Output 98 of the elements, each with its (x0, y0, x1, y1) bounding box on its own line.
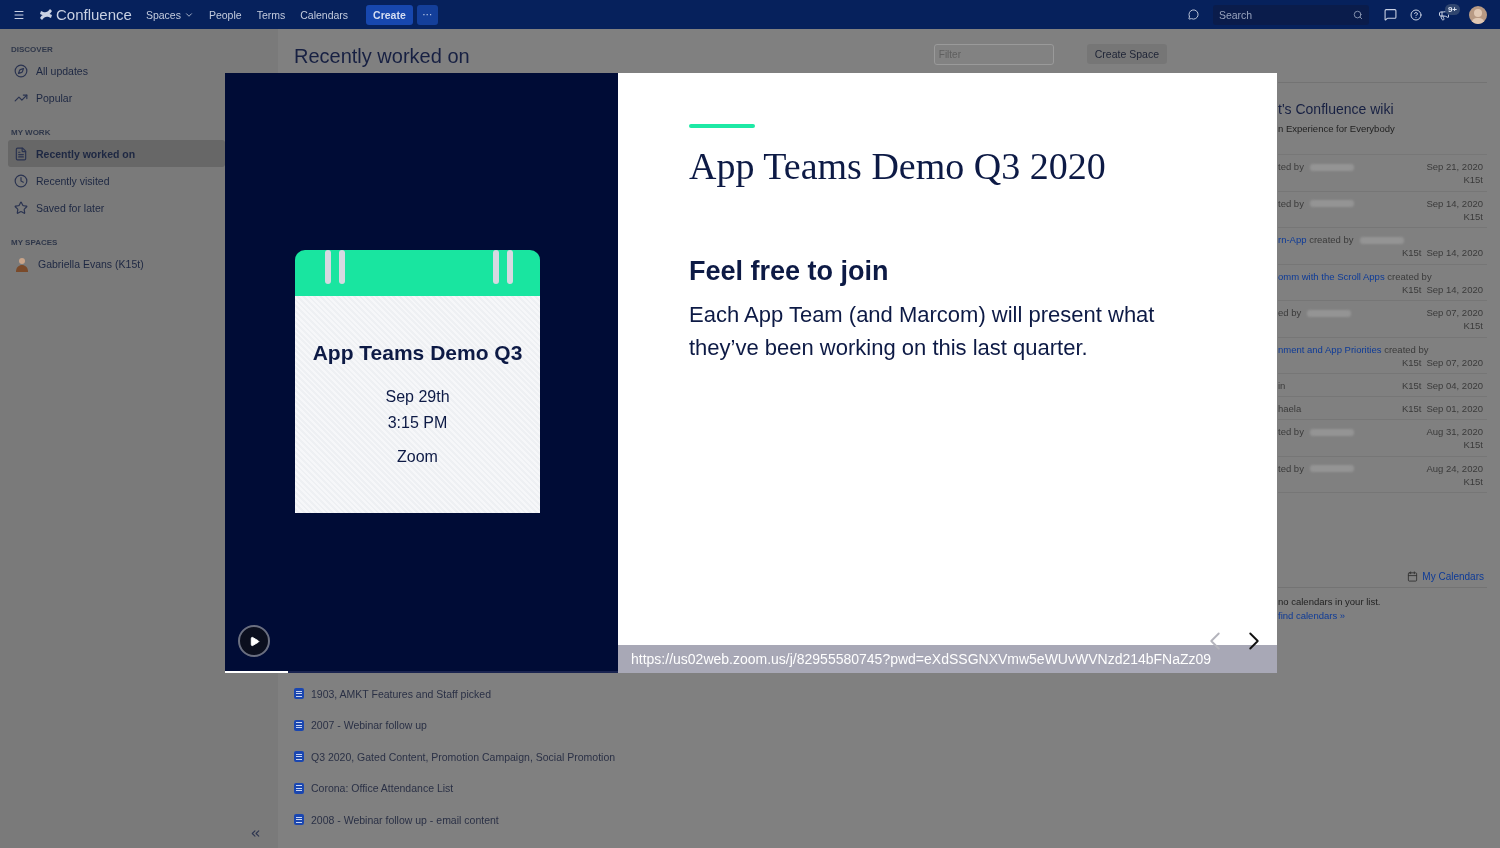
section-heading: DISCOVER (10, 44, 54, 56)
activity-text: ted by (1278, 426, 1304, 437)
find-calendars-link[interactable]: find calendars » (1278, 610, 1487, 621)
activity-date: Aug 31, 2020 (1426, 425, 1483, 438)
space-key: K15t (1401, 401, 1422, 415)
slide-heading: Feel free to join (689, 255, 890, 288)
activity-text: created by (1308, 234, 1354, 245)
activity-text: ted by (1278, 161, 1304, 172)
notification-badge: 9+ (1444, 4, 1460, 15)
sidebar-item[interactable]: Recently worked on (8, 140, 225, 167)
activity-text: ted by (1278, 462, 1304, 474)
person-avatar (14, 255, 30, 272)
url-bar: https://us02web.zoom.us/j/82955580745?pwd=eXdSSGNXVmw5eWUvWVNzd214bFNaZz09 (618, 645, 1277, 673)
activity-link[interactable]: omm with the Scroll Apps (1278, 270, 1385, 282)
activity-text: created by (1386, 270, 1432, 282)
chat-icon[interactable] (1383, 8, 1397, 21)
logo-icon (39, 8, 53, 21)
create-space-button[interactable]: Create Space (1086, 44, 1167, 64)
nav-link[interactable]: Calendars (300, 8, 349, 21)
event-time: 3:15 PM (387, 413, 448, 433)
avatar[interactable] (1469, 5, 1487, 24)
my-calendars-link[interactable]: My Calendars (1422, 571, 1484, 582)
create-button[interactable]: Create (366, 4, 413, 25)
space-key: K15t (1401, 355, 1422, 369)
activity-date: Sep 07, 2020 (1426, 306, 1483, 319)
ring-icon (325, 250, 331, 284)
section-heading: MY WORK (10, 127, 52, 139)
activity-text: ed by (1278, 307, 1302, 318)
more-button[interactable]: ··· (416, 4, 438, 25)
page-link[interactable]: 1903, AMKT Features and Staff picked (311, 687, 491, 700)
ring-icon (493, 250, 499, 284)
activity-text: haela (1278, 402, 1302, 414)
page-icon (294, 782, 304, 794)
search-field[interactable]: Search (1212, 4, 1369, 25)
space-key: K15t (1463, 319, 1483, 332)
collapse-icon[interactable] (249, 827, 262, 840)
document-icon (14, 146, 28, 161)
product-name: Confluence (56, 6, 132, 23)
accent-line (689, 124, 755, 128)
card-title: App Teams Demo Q3 (312, 340, 523, 366)
ring-icon (339, 250, 345, 284)
calendars-message: no calendars in your list. (1278, 596, 1382, 607)
page-link[interactable]: Q3 2020, Gated Content, Promotion Campaign, Social Promotion (311, 750, 616, 763)
section-heading: MY SPACES (10, 237, 59, 249)
compass-icon (14, 63, 28, 78)
space-description: n Experience for Everybody (1278, 123, 1396, 134)
page-icon (294, 688, 304, 700)
activity-date: Sep 14, 2020 (1426, 282, 1483, 296)
menu-icon[interactable] (13, 8, 25, 21)
activity-link[interactable]: rn-App (1278, 234, 1307, 245)
clock-icon (14, 173, 28, 188)
page-link[interactable]: Corona: Office Attendance List (311, 782, 454, 795)
space-key: K15t (1401, 246, 1422, 259)
space-key: K15t (1463, 474, 1483, 488)
nav-link[interactable]: People (208, 8, 242, 21)
event-date: Sep 29th (385, 387, 450, 407)
sidebar-item[interactable]: Saved for later (8, 194, 225, 221)
logo[interactable]: Confluence (39, 6, 132, 23)
space-key: K15t (1463, 438, 1483, 451)
sidebar-item[interactable]: All updates (8, 57, 225, 84)
play-icon (248, 635, 260, 647)
activity-link[interactable]: nment and App Priorities (1278, 343, 1382, 355)
page-icon (294, 719, 304, 731)
activity-date: Sep 21, 2020 (1426, 160, 1483, 173)
space-key: K15t (1463, 173, 1483, 186)
activity-date: Aug 24, 2020 (1426, 461, 1483, 475)
sidebar-item[interactable]: Popular (8, 84, 225, 111)
slide-text: Each App Team (and Marcom) will present what they’ve been working on this last quarter. (689, 301, 1156, 362)
megaphone-icon[interactable] (1437, 8, 1450, 21)
star-icon (14, 200, 28, 215)
event-place: Zoom (397, 447, 438, 467)
play-button[interactable] (238, 625, 270, 657)
activity-date: Sep 14, 2020 (1426, 196, 1483, 210)
space-key: K15t (1401, 378, 1422, 392)
help-icon[interactable] (1409, 8, 1422, 21)
activity-date: Sep 14, 2020 (1426, 246, 1483, 259)
space-key: K15t (1463, 209, 1483, 223)
nav-link[interactable]: Spaces (145, 8, 194, 21)
activity-date: Sep 01, 2020 (1426, 401, 1483, 415)
nav-link[interactable]: Terms (256, 8, 286, 21)
page-title: Recently worked on (294, 44, 471, 69)
sidebar-item[interactable]: Recently visited (8, 167, 225, 194)
slide-title: App Teams Demo Q3 2020 (689, 144, 1107, 189)
feedback-icon[interactable] (1187, 9, 1199, 20)
space-key: K15t (1401, 282, 1422, 296)
ring-icon (507, 250, 513, 284)
space-title: t's Confluence wiki (1278, 100, 1395, 119)
activity-date: Sep 04, 2020 (1426, 378, 1483, 392)
activity-text: ted by (1278, 197, 1304, 209)
activity-text: created by (1383, 343, 1429, 355)
search-icon (1352, 9, 1363, 20)
page-link[interactable]: 2008 - Webinar follow up - email content (311, 813, 499, 826)
page-icon (294, 814, 304, 826)
calendar-icon (1407, 571, 1419, 582)
sidebar-item[interactable]: Gabriella Evans (K15t) (8, 250, 225, 277)
page-link[interactable]: 2007 - Webinar follow up (311, 719, 427, 732)
activity-date: Sep 07, 2020 (1426, 355, 1483, 369)
page-icon (294, 751, 304, 763)
